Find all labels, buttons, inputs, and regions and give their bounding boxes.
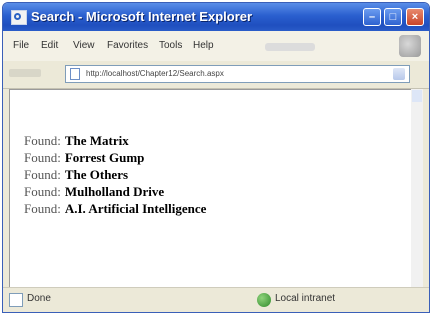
address-input[interactable]: http://localhost/Chapter12/Search.aspx [65, 65, 410, 83]
maximize-button[interactable]: □ [384, 8, 402, 26]
list-item: Found: The Others [24, 166, 206, 183]
movie-title: Mulholland Drive [64, 184, 165, 199]
security-zone: Local intranet [275, 293, 336, 304]
list-item: Found: Forrest Gump [24, 149, 206, 166]
status-text: Done [27, 293, 51, 304]
minimize-button[interactable]: – [363, 8, 381, 26]
found-label: Found: [24, 184, 61, 199]
title-bar[interactable]: Search - Microsoft Internet Explorer – □… [3, 3, 429, 31]
browser-window: Search - Microsoft Internet Explorer – □… [2, 2, 430, 313]
menu-favorites[interactable]: Favorites [107, 40, 148, 51]
menu-tools[interactable]: Tools [159, 40, 182, 51]
movie-title: Forrest Gump [64, 150, 145, 165]
movie-title: The Others [64, 167, 129, 182]
windows-logo-icon [399, 35, 421, 57]
list-item: Found: Mulholland Drive [24, 183, 206, 200]
address-bar: http://localhost/Chapter12/Search.aspx [3, 61, 429, 89]
status-bar: Done Local intranet [3, 287, 429, 312]
vertical-scrollbar[interactable] [411, 89, 423, 288]
menu-view[interactable]: View [73, 40, 95, 51]
menu-help[interactable]: Help [193, 40, 214, 51]
found-label: Found: [24, 133, 61, 148]
found-label: Found: [24, 150, 61, 165]
list-item: Found: The Matrix [24, 132, 206, 149]
found-label: Found: [24, 167, 61, 182]
movie-title: The Matrix [64, 133, 129, 148]
window-title: Search - Microsoft Internet Explorer [31, 9, 253, 24]
menu-file[interactable]: File [13, 40, 29, 51]
page-icon [70, 68, 80, 80]
toolbar-area [265, 43, 315, 51]
list-item: Found: A.I. Artificial Intelligence [24, 200, 206, 217]
movie-title: A.I. Artificial Intelligence [64, 201, 207, 216]
found-label: Found: [24, 201, 61, 216]
page-content: Found: The Matrix Found: Forrest Gump Foun… [9, 89, 413, 288]
results-list: Found: The Matrix Found: Forrest Gump Foun… [24, 132, 206, 217]
ie-icon [11, 10, 27, 25]
page-done-icon [9, 293, 23, 307]
address-label [9, 69, 41, 77]
intranet-zone-icon [257, 293, 271, 307]
address-dropdown-icon[interactable] [393, 68, 405, 80]
close-button[interactable]: × [406, 8, 424, 26]
address-url: http://localhost/Chapter12/Search.aspx [86, 69, 224, 78]
menu-edit[interactable]: Edit [41, 40, 58, 51]
menu-bar: File Edit View Favorites Tools Help [3, 31, 429, 62]
